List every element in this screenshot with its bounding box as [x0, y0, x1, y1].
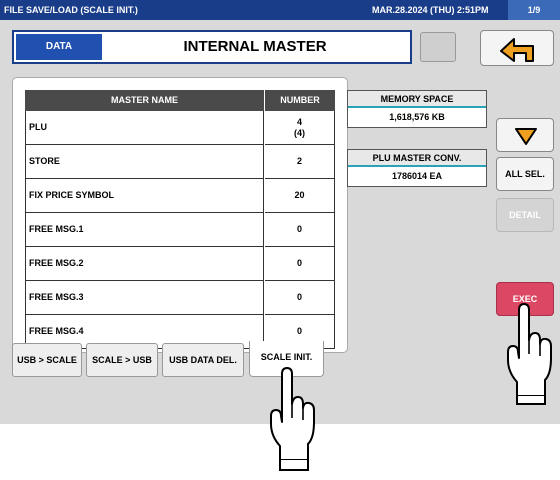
tab-scale-to-usb[interactable]: SCALE > USB — [86, 343, 158, 377]
triangle-down-icon — [515, 128, 537, 145]
header-box: DATA INTERNAL MASTER — [12, 30, 412, 64]
tab-usb-data-del[interactable]: USB DATA DEL. — [162, 343, 244, 377]
row-number-value: 4 — [296, 116, 302, 127]
table-row[interactable]: FIX PRICE SYMBOL 20 — [25, 179, 335, 213]
row-number-sub: (4) — [294, 127, 305, 138]
column-header-number: NUMBER — [265, 90, 335, 111]
table-row[interactable]: FREE MSG.1 0 — [25, 213, 335, 247]
back-button[interactable] — [480, 30, 554, 66]
page-indicator: 1/9 — [508, 0, 560, 20]
table-header: MASTER NAME NUMBER — [25, 90, 335, 111]
master-panel: MASTER NAME NUMBER PLU 4 (4) STORE 2 FIX… — [12, 77, 487, 353]
column-header-master-name: MASTER NAME — [25, 90, 264, 111]
detail-button[interactable]: DETAIL — [496, 198, 554, 232]
memory-space-label: MEMORY SPACE — [348, 91, 486, 108]
row-name: FREE MSG.2 — [25, 247, 264, 281]
row-name: STORE — [25, 145, 264, 179]
plu-master-conv-value: 1786014 EA — [391, 171, 443, 181]
title-bar: FILE SAVE/LOAD (SCALE INIT.) MAR.28.2024… — [0, 0, 560, 20]
memory-space-value: 1,618,576 KB — [389, 112, 445, 122]
data-tab-label: DATA — [16, 34, 102, 60]
plu-master-conv-box: PLU MASTER CONV. 1786014 EA — [347, 149, 487, 187]
pointing-hand-icon — [507, 303, 552, 405]
row-name: PLU — [25, 111, 264, 145]
plu-master-conv-label: PLU MASTER CONV. — [348, 150, 486, 167]
table-row[interactable]: STORE 2 — [25, 145, 335, 179]
scroll-down-button[interactable] — [496, 118, 554, 152]
row-name: FIX PRICE SYMBOL — [25, 179, 264, 213]
page-title: INTERNAL MASTER — [183, 38, 327, 55]
row-number: 0 — [265, 213, 335, 247]
table-row[interactable]: FREE MSG.2 0 — [25, 247, 335, 281]
back-arrow-icon — [500, 38, 534, 62]
table-row[interactable]: FREE MSG.3 0 — [25, 281, 335, 315]
row-number: 20 — [265, 179, 335, 213]
screen-title: FILE SAVE/LOAD (SCALE INIT.) — [4, 5, 138, 15]
tab-usb-to-scale[interactable]: USB > SCALE — [12, 343, 82, 377]
row-name: FREE MSG.3 — [25, 281, 264, 315]
table-row[interactable]: PLU 4 (4) — [25, 111, 335, 145]
row-number: 0 — [265, 247, 335, 281]
row-number: 0 — [265, 281, 335, 315]
row-name: FREE MSG.1 — [25, 213, 264, 247]
pointing-hand-icon — [270, 367, 315, 471]
memory-space-box: MEMORY SPACE 1,618,576 KB — [347, 90, 487, 128]
datetime-display: MAR.28.2024 (THU) 2:51PM — [372, 5, 489, 15]
all-select-button[interactable]: ALL SEL. — [496, 157, 554, 191]
blank-button[interactable] — [420, 32, 456, 62]
row-number: 4 (4) — [265, 111, 335, 145]
row-number: 2 — [265, 145, 335, 179]
